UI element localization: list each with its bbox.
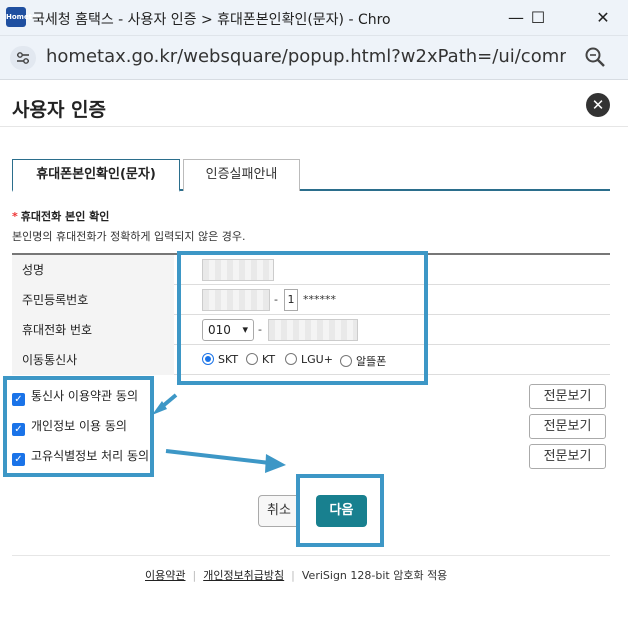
annotation-arrows xyxy=(152,393,286,473)
arrow-icon xyxy=(152,393,286,473)
